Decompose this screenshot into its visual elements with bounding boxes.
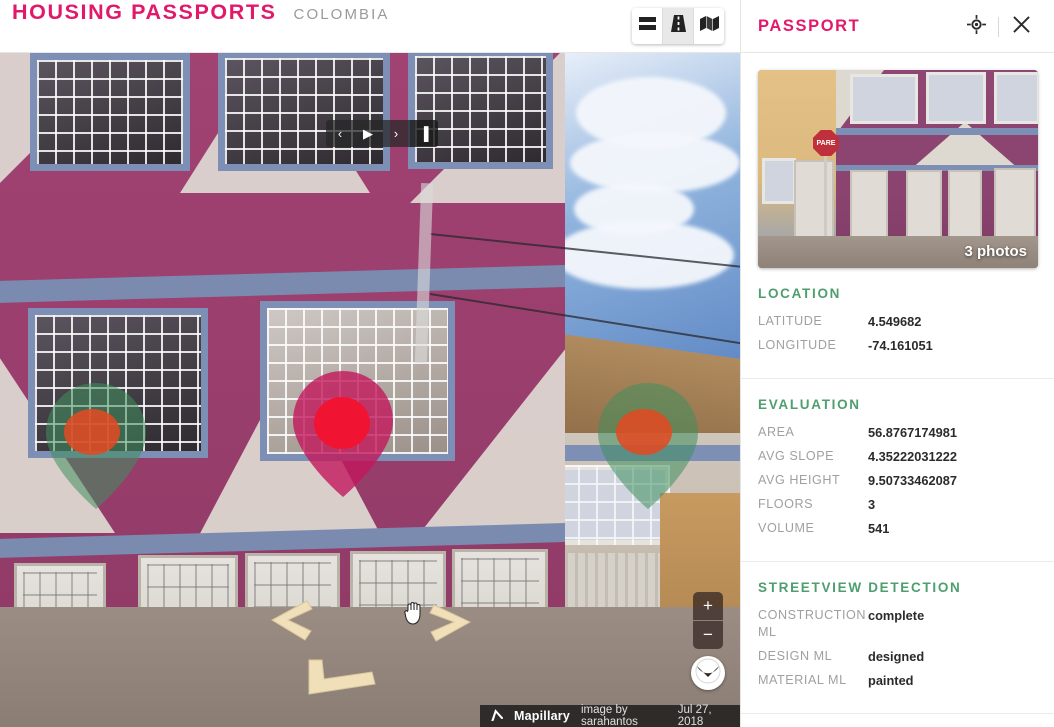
window xyxy=(408,53,553,169)
value-construction-ml: complete xyxy=(868,608,925,623)
nav-arrow-right[interactable] xyxy=(428,603,482,652)
row-volume: VOLUME 541 xyxy=(758,520,1037,537)
section-evaluation: EVALUATION AREA 56.8767174981 AVG SLOPE … xyxy=(741,378,1054,561)
row-construction-ml: CONSTRUCTION ML complete xyxy=(758,607,1037,641)
thumb-band xyxy=(836,128,1038,135)
compass-icon xyxy=(695,658,721,689)
value-avg-height: 9.50733462087 xyxy=(868,473,957,488)
close-icon xyxy=(1012,15,1030,38)
panel-title: PASSPORT xyxy=(758,17,861,35)
label-design-ml: DESIGN ML xyxy=(758,649,833,663)
label-avg-slope: AVG SLOPE xyxy=(758,449,835,463)
zoom-in-button[interactable]: + xyxy=(693,592,723,620)
compass-button[interactable] xyxy=(691,656,725,690)
building-marker-left[interactable] xyxy=(46,383,146,509)
zoom-controls[interactable]: + − xyxy=(693,592,723,649)
app-subtitle: COLOMBIA xyxy=(293,5,390,23)
window xyxy=(30,53,190,171)
thumb-window xyxy=(926,72,986,124)
value-longitude: -74.161051 xyxy=(868,338,933,353)
building-marker-right[interactable] xyxy=(598,383,698,509)
section-title-location: LOCATION xyxy=(758,286,842,301)
label-material-ml: MATERIAL ML xyxy=(758,673,847,687)
stop-sequence-button[interactable]: ▐ xyxy=(410,120,438,147)
section-streetview-detection: STREETVIEW DETECTION CONSTRUCTION ML com… xyxy=(741,561,1054,713)
image-credit: image by sarahantos xyxy=(581,704,638,727)
value-floors: 3 xyxy=(868,497,876,512)
close-panel-button[interactable] xyxy=(1004,10,1038,44)
label-volume: VOLUME xyxy=(758,521,815,535)
road-icon xyxy=(670,15,686,37)
stacked-bars-icon xyxy=(638,16,656,36)
label-construction-ml: CONSTRUCTION ML xyxy=(758,608,867,639)
zoom-out-button[interactable]: − xyxy=(693,621,723,649)
mapillary-attribution[interactable]: Mapillary image by sarahantos Jul 27, 20… xyxy=(480,704,740,727)
row-area: AREA 56.8767174981 xyxy=(758,424,1037,441)
view-mode-toggle-group[interactable] xyxy=(632,8,724,44)
row-avg-slope: AVG SLOPE 4.35222031222 xyxy=(758,448,1037,465)
view-toggle-street[interactable] xyxy=(663,8,693,44)
row-latitude: LATITUDE 4.549682 xyxy=(758,313,1037,330)
app-title: HOUSING PASSPORTS xyxy=(12,0,277,24)
label-latitude: LATITUDE xyxy=(758,314,823,328)
prev-image-button[interactable]: ‹ xyxy=(326,120,354,147)
row-design-ml: DESIGN ML designed xyxy=(758,648,1037,665)
passport-panel: PARE 3 photos LOCATION LATITUDE 4.549682… xyxy=(740,53,1054,727)
brand: HOUSING PASSPORTS COLOMBIA xyxy=(0,0,740,53)
rows-evaluation: AREA 56.8767174981 AVG SLOPE 4.352220312… xyxy=(758,424,1037,561)
value-avg-slope: 4.35222031222 xyxy=(868,449,957,464)
view-toggle-map[interactable] xyxy=(694,8,724,44)
streetview-viewer[interactable]: ‹ ▶ › ▐ + − Mapillary image by sarahanto… xyxy=(0,53,740,727)
sequence-playback-controls[interactable]: ‹ ▶ › ▐ xyxy=(326,120,438,147)
section-title-risk: RISK xyxy=(758,714,1037,727)
nav-arrow-down[interactable] xyxy=(305,658,381,709)
section-title-evaluation: EVALUATION xyxy=(758,397,861,412)
app-root: HOUSING PASSPORTS COLOMBIA PASSPORT ‹ ▶ … xyxy=(0,0,1054,727)
value-area: 56.8767174981 xyxy=(868,425,957,440)
nav-arrow-left[interactable] xyxy=(261,598,319,651)
label-floors: FLOORS xyxy=(758,497,814,511)
window xyxy=(218,53,390,171)
value-latitude: 4.549682 xyxy=(868,314,922,329)
thumb-window xyxy=(850,74,918,124)
mapillary-name: Mapillary xyxy=(514,709,570,723)
thumb-window xyxy=(762,158,796,204)
row-avg-height: AVG HEIGHT 9.50733462087 xyxy=(758,472,1037,489)
section-location: LOCATION LATITUDE 4.549682 LONGITUDE -74… xyxy=(741,268,1054,378)
thumbnail-image: PARE xyxy=(758,70,1038,268)
row-longitude: LONGITUDE -74.161051 xyxy=(758,337,1037,354)
play-sequence-button[interactable]: ▶ xyxy=(354,120,382,147)
header-action-divider xyxy=(998,16,999,37)
value-design-ml: designed xyxy=(868,649,925,664)
rows-location: LATITUDE 4.549682 LONGITUDE -74.161051 xyxy=(758,313,1037,378)
image-date: Jul 27, 2018 xyxy=(677,704,712,727)
building-marker-selected[interactable] xyxy=(293,371,393,497)
section-risk: RISK xyxy=(741,713,1054,727)
rows-streetview-detection: CONSTRUCTION ML complete DESIGN ML desig… xyxy=(758,607,1037,713)
next-image-button[interactable]: › xyxy=(382,120,410,147)
label-avg-height: AVG HEIGHT xyxy=(758,473,841,487)
label-area: AREA xyxy=(758,425,795,439)
thumb-window xyxy=(994,72,1038,124)
building-facade xyxy=(0,53,565,683)
mapillary-logo-icon xyxy=(490,708,504,724)
photo-count-label: 3 photos xyxy=(964,243,1028,260)
app-header: HOUSING PASSPORTS COLOMBIA PASSPORT xyxy=(0,0,1054,53)
label-longitude: LONGITUDE xyxy=(758,338,837,352)
value-volume: 541 xyxy=(868,521,890,536)
value-material-ml: painted xyxy=(868,673,914,688)
passport-panel-header: PASSPORT xyxy=(740,0,1054,53)
crosshair-locate-icon xyxy=(966,14,986,39)
section-title-streetview-detection: STREETVIEW DETECTION xyxy=(758,580,962,595)
row-material-ml: MATERIAL ML painted xyxy=(758,672,1037,689)
folded-map-icon xyxy=(699,16,719,36)
stop-sign-icon: PARE xyxy=(813,130,839,156)
locate-button[interactable] xyxy=(959,10,993,44)
view-toggle-split[interactable] xyxy=(632,8,662,44)
row-floors: FLOORS 3 xyxy=(758,496,1037,513)
photo-thumbnail[interactable]: PARE 3 photos xyxy=(758,70,1038,268)
panel-header-actions xyxy=(959,10,1054,44)
